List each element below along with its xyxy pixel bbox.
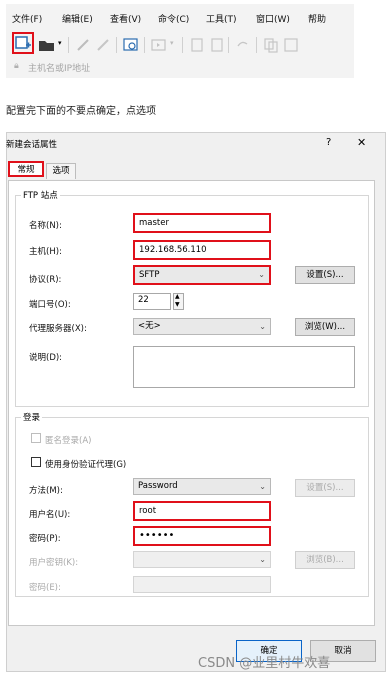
dialog-title: 新建会话属性 [6, 140, 58, 150]
host-input[interactable]: 192.168.56.110 [133, 240, 271, 260]
auth-agent-checkbox[interactable] [31, 457, 41, 467]
copy-button[interactable] [188, 36, 206, 54]
disconnect-button[interactable] [94, 36, 112, 54]
proxy-label: 代理服务器(X): [29, 324, 87, 334]
menu-edit[interactable]: 编辑(E) [62, 12, 93, 25]
host-label: 主机(H): [29, 247, 62, 257]
new-session-button[interactable] [12, 32, 34, 54]
toolbar-separator [68, 37, 69, 53]
menu-view[interactable]: 查看(V) [110, 12, 141, 25]
tile-icon [284, 38, 298, 52]
chevron-up-icon[interactable]: ▲ [175, 293, 180, 300]
address-placeholder: 主机名或IP地址 [28, 64, 91, 74]
menu-window[interactable]: 窗口(W) [256, 12, 290, 25]
find-icon [237, 41, 248, 47]
chevron-down-icon: ⌄ [259, 555, 266, 564]
app-toolbar-strip: 文件(F) 编辑(E) 查看(V) 命令(C) 工具(T) 窗口(W) 帮助 ▾ [6, 4, 354, 78]
user-key-select[interactable]: ⌄ [133, 551, 271, 568]
toolbar-separator [228, 37, 229, 53]
paste-icon [211, 38, 223, 52]
username-label: 用户名(U): [29, 510, 71, 520]
protocol-select[interactable]: SFTP ⌄ [133, 265, 271, 285]
tab-options[interactable]: 选项 [46, 163, 76, 179]
clone-button[interactable] [262, 36, 280, 54]
find-button[interactable] [234, 36, 252, 54]
method-label: 方法(M): [29, 486, 63, 496]
protocol-settings-button[interactable]: 设置(S)... [295, 266, 355, 284]
proxy-value: <无> [138, 321, 161, 331]
toolbar-separator [256, 37, 257, 53]
proxy-select[interactable]: <无> ⌄ [133, 318, 271, 335]
password-input[interactable]: •••••• [133, 526, 271, 546]
ftp-site-group-title: FTP 站点 [21, 189, 60, 201]
lock-icon: 🔒︎ [14, 61, 19, 71]
description-textarea[interactable] [133, 346, 355, 388]
port-label: 端口号(O): [29, 300, 71, 310]
help-icon[interactable]: ? [326, 137, 331, 148]
description-label: 说明(D): [29, 353, 63, 363]
terminal-icon [123, 38, 138, 51]
clone-icon [264, 38, 278, 53]
chevron-down-icon: ⌄ [259, 482, 266, 491]
port-input[interactable]: 22 [133, 293, 171, 310]
close-icon[interactable]: ✕ [357, 136, 366, 149]
connect-button[interactable] [74, 36, 92, 54]
dropdown-icon[interactable]: ▾ [170, 39, 174, 47]
name-input[interactable]: master [133, 213, 271, 233]
transfer-icon [151, 39, 166, 51]
address-bar[interactable]: 🔒︎ 主机名或IP地址 [6, 58, 354, 76]
protocol-value: SFTP [139, 270, 160, 280]
paste-button[interactable] [208, 36, 226, 54]
new-session-icon [15, 36, 31, 49]
copy-icon [191, 38, 203, 52]
method-value: Password [138, 481, 178, 491]
general-panel: FTP 站点 名称(N): master 主机(H): 192.168.56.1… [8, 180, 375, 626]
menu-file[interactable]: 文件(F) [12, 12, 42, 25]
dropdown-icon[interactable]: ▾ [58, 39, 62, 47]
tile-button[interactable] [282, 36, 300, 54]
open-folder-button[interactable] [38, 36, 56, 54]
connect-icon [77, 39, 89, 51]
passphrase-label: 密码(E): [29, 583, 61, 593]
instruction-caption: 配置完下面的不要点确定，点选项 [6, 106, 156, 117]
chevron-down-icon: ⌄ [259, 322, 266, 331]
menu-help[interactable]: 帮助 [308, 12, 326, 25]
open-folder-icon [39, 41, 54, 51]
toolbar-separator [182, 37, 183, 53]
disconnect-icon [97, 39, 109, 51]
method-select[interactable]: Password ⌄ [133, 478, 271, 495]
login-group-title: 登录 [21, 411, 43, 423]
password-label: 密码(P): [29, 534, 61, 544]
menu-command[interactable]: 命令(C) [158, 12, 189, 25]
proxy-browse-button[interactable]: 浏览(W)... [295, 318, 355, 336]
port-stepper[interactable]: ▲ ▼ [173, 293, 184, 310]
toolbar-separator [116, 37, 117, 53]
user-key-browse-button[interactable]: 浏览(B)... [295, 551, 355, 569]
chevron-down-icon[interactable]: ▼ [175, 301, 180, 308]
chevron-down-icon: ⌄ [258, 270, 265, 279]
menu-tools[interactable]: 工具(T) [206, 12, 237, 25]
name-label: 名称(N): [29, 221, 62, 231]
method-settings-button[interactable]: 设置(S)... [295, 479, 355, 497]
terminal-button[interactable] [122, 36, 140, 54]
protocol-label: 协议(R): [29, 275, 62, 285]
anonymous-login-checkbox[interactable] [31, 433, 41, 443]
anonymous-login-label: 匿名登录(A) [45, 436, 92, 446]
transfer-button[interactable] [150, 36, 168, 54]
tab-general[interactable]: 常规 [8, 161, 44, 177]
csdn-watermark: CSDN @业里村牛欢喜 [198, 656, 331, 671]
toolbar-separator [144, 37, 145, 53]
auth-agent-label: 使用身份验证代理(G) [45, 460, 127, 470]
user-key-label: 用户密钥(K): [29, 558, 79, 568]
username-input[interactable]: root [133, 501, 271, 521]
passphrase-input[interactable] [133, 576, 271, 593]
